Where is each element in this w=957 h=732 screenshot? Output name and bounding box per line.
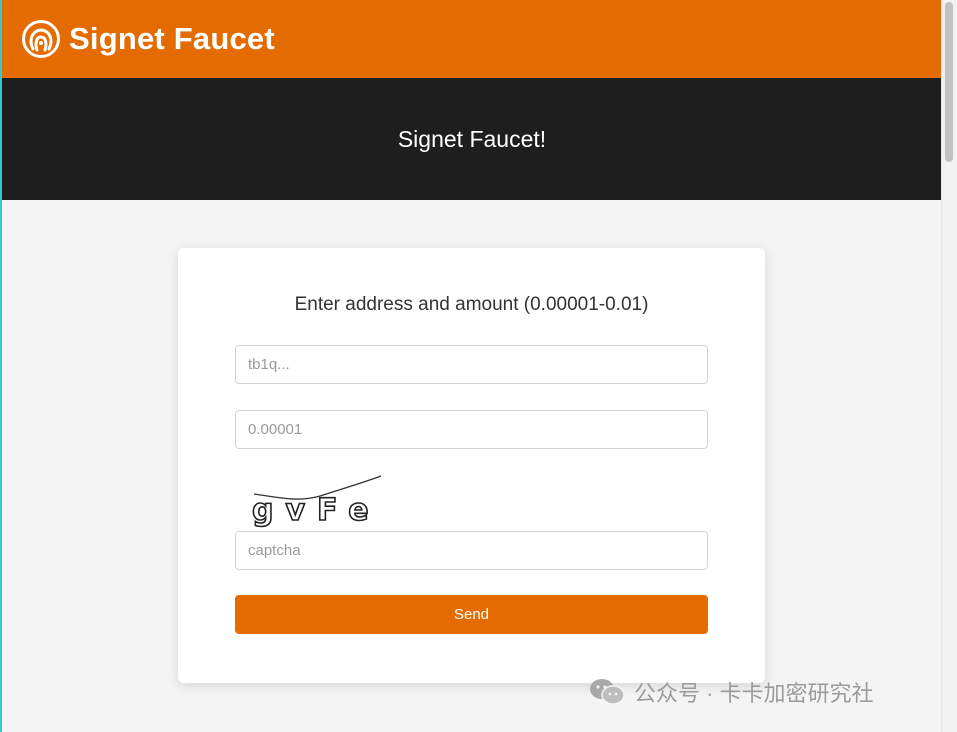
scrollbar-thumb[interactable]	[945, 2, 953, 162]
send-button[interactable]: Send	[235, 595, 708, 634]
navbar: Signet Faucet	[2, 0, 942, 78]
page: Signet Faucet Signet Faucet! Enter addre…	[0, 0, 957, 732]
wechat-icon	[588, 677, 626, 707]
watermark: 公众号 · 卡卡加密研究社	[588, 676, 874, 708]
page-title: Signet Faucet!	[397, 125, 547, 152]
address-input[interactable]	[235, 345, 708, 384]
faucet-form-card: Enter address and amount (0.00001-0.01) …	[178, 248, 765, 683]
faucet-logo-icon	[21, 19, 61, 59]
vertical-scrollbar[interactable]	[941, 0, 957, 732]
hero-banner: Signet Faucet!	[2, 78, 942, 200]
form-heading: Enter address and amount (0.00001-0.01)	[294, 294, 649, 315]
watermark-text: 公众号 · 卡卡加密研究社	[634, 681, 874, 706]
brand-link[interactable]: Signet Faucet	[21, 19, 275, 59]
captcha-image: gvFe	[251, 475, 382, 528]
brand-name: Signet Faucet	[69, 21, 275, 56]
amount-input[interactable]	[235, 410, 708, 449]
captcha-input[interactable]	[235, 531, 708, 570]
captcha-text: gvFe	[252, 493, 381, 528]
